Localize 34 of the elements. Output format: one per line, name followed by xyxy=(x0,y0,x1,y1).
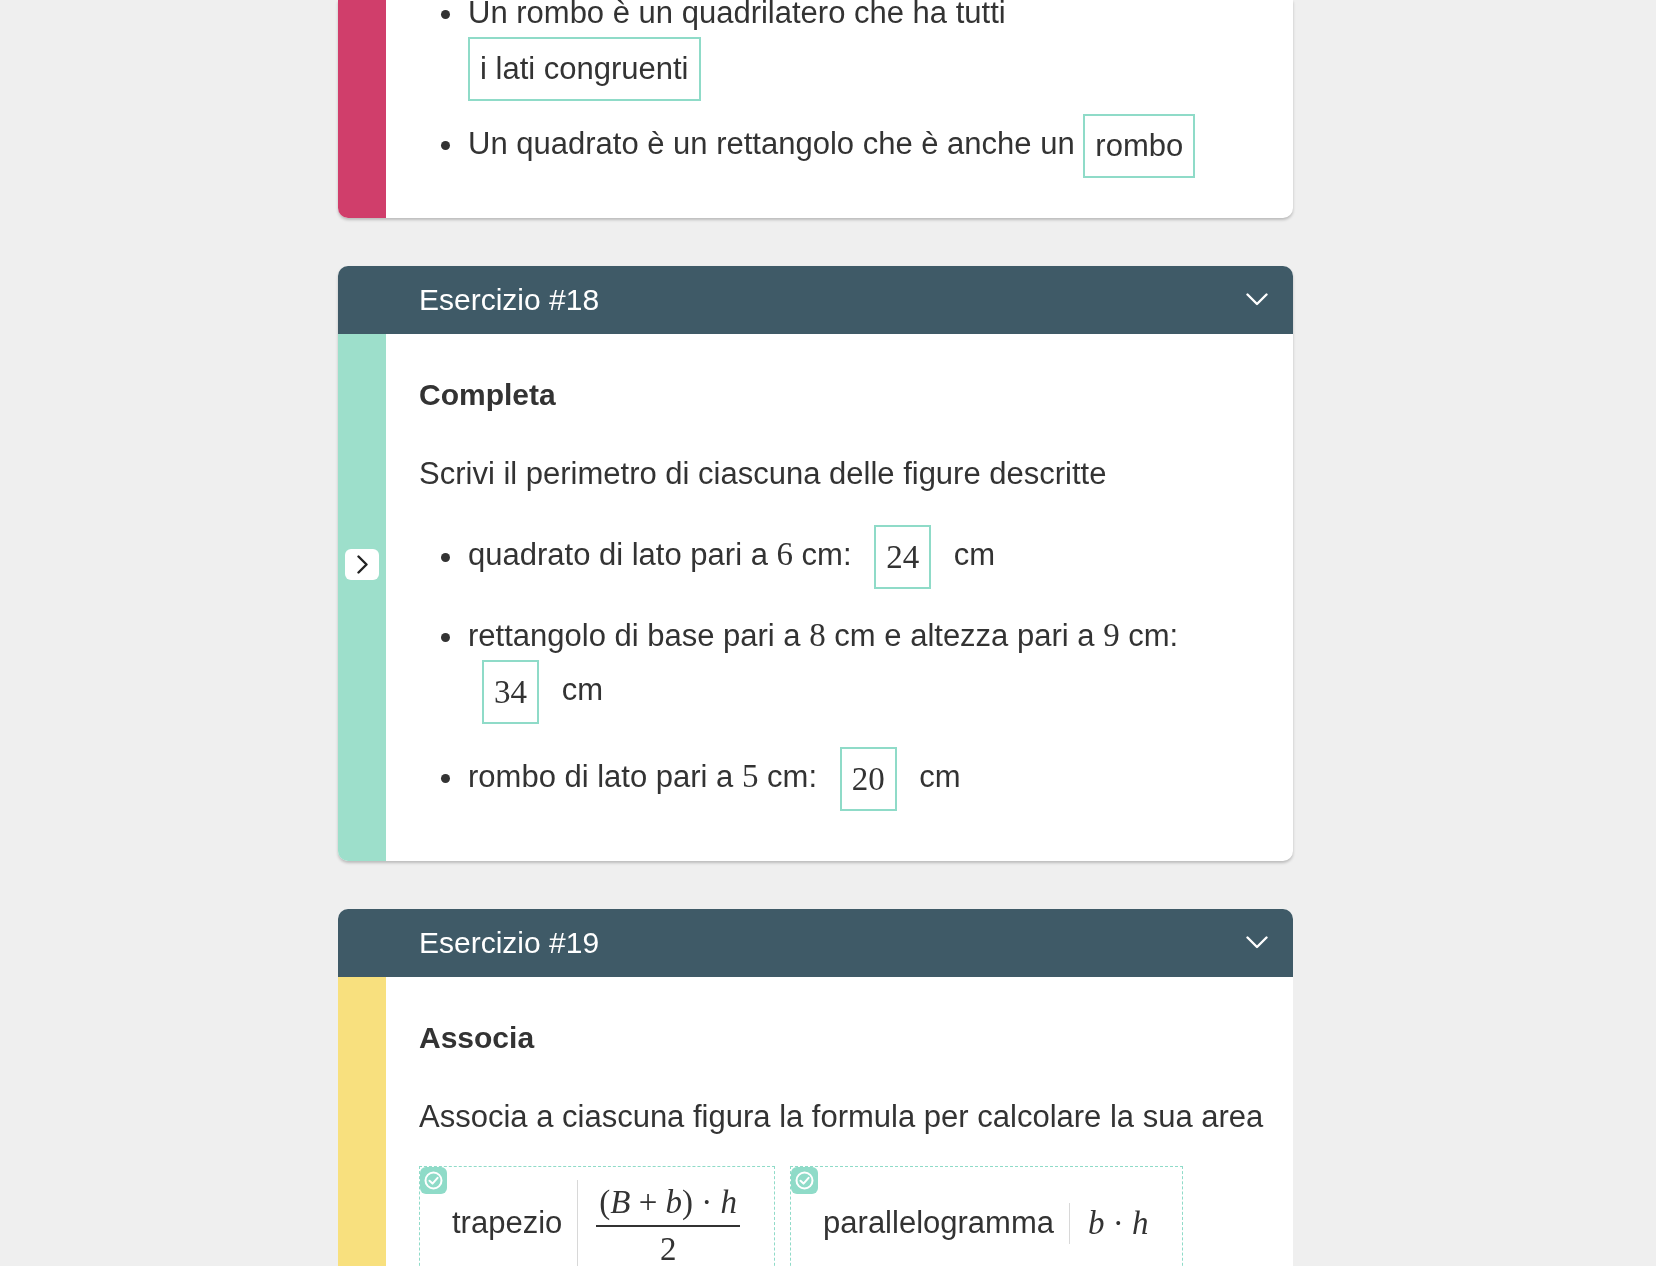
match-card[interactable]: parallelogramma b · h xyxy=(790,1166,1184,1266)
answer-box[interactable]: i lati congruenti xyxy=(468,36,701,101)
exercise-type: Associa xyxy=(419,1019,536,1056)
item-text: rombo di lato pari a 5 cm: xyxy=(468,758,818,794)
exercise-title: Esercizio #19 xyxy=(419,924,600,961)
figure-label: parallelogramma xyxy=(823,1203,1054,1242)
exercise-type: Completa xyxy=(419,376,557,413)
chevron-down-icon[interactable] xyxy=(1246,936,1268,949)
side-arrow-button[interactable] xyxy=(345,548,379,580)
bullet-icon xyxy=(441,633,450,643)
bullet-icon xyxy=(441,552,450,562)
unit-label: cm xyxy=(561,671,603,707)
item-text: Un quadrato è un rettangolo che è anche un xyxy=(468,125,1075,161)
item-text: quadrato di lato pari a 6 cm: xyxy=(468,537,852,573)
match-card[interactable]: trapezio (B + b) · h 2 xyxy=(419,1166,776,1266)
answer-box[interactable]: 20 xyxy=(839,746,897,811)
unit-label: cm xyxy=(919,758,961,794)
instruction-text: Associa a ciascuna figura la formula per calcolare la sua area xyxy=(419,1097,1265,1136)
formula: b · h xyxy=(1087,1203,1149,1243)
instruction-text: Scrivi il perimetro di ciascuna delle figure descritte xyxy=(419,454,1108,493)
chevron-right-icon xyxy=(356,554,368,574)
figure-label: trapezio xyxy=(452,1203,563,1242)
bullet-icon xyxy=(441,774,450,783)
chevron-down-icon[interactable] xyxy=(1246,293,1268,306)
bullet-icon xyxy=(441,10,450,20)
item-text: rettangolo di base pari a 8 cm e altezza pari a 9 cm: xyxy=(468,618,1179,653)
bullet-icon xyxy=(441,141,450,150)
answer-box[interactable]: 24 xyxy=(874,525,932,589)
answer-box[interactable]: 34 xyxy=(482,659,539,724)
unit-label: cm xyxy=(953,537,996,573)
formula: (B + b) · h 2 xyxy=(596,1186,741,1266)
item-text: Un rombo è un quadrilatero che ha tutti xyxy=(468,0,1006,30)
answer-box[interactable]: rombo xyxy=(1083,113,1196,178)
exercise-title: Esercizio #18 xyxy=(419,281,600,318)
